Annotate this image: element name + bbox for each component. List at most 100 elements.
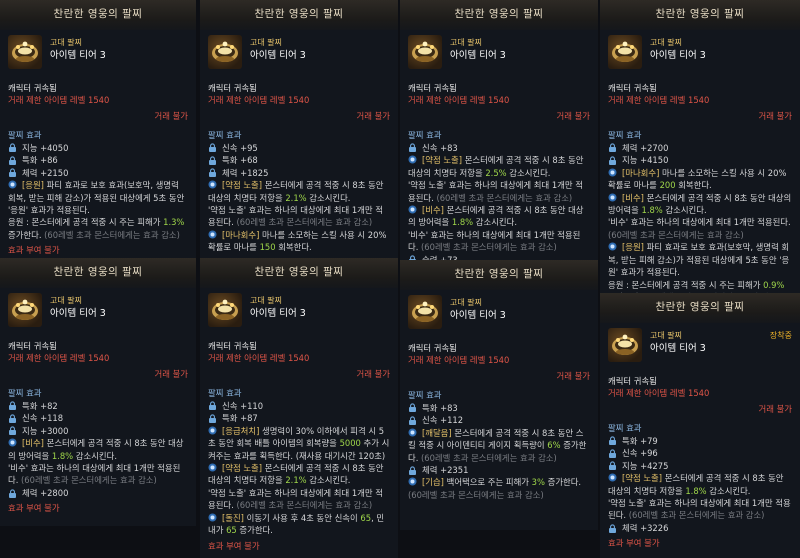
effect-note: (60레벨 초과 몬스터에게는 효과 감소): [628, 510, 765, 521]
effect-value: 65: [226, 525, 237, 536]
card-title: 찬란한 영웅의 팔찌: [600, 293, 800, 323]
stat-text: 지능 +4050: [22, 142, 69, 153]
stat-line: 지능 +4050: [8, 142, 188, 154]
stat-text: 체력 +3226: [622, 522, 669, 533]
stat-text: 신속 +110: [222, 400, 264, 411]
effect-name: [약점 노출]: [622, 473, 663, 484]
stat-text: 특화 +79: [622, 435, 658, 446]
lock-icon: [208, 143, 217, 153]
enchant-status: 효과 부여 불가: [608, 538, 660, 549]
stat-text: 지능 +4150: [622, 155, 669, 166]
item-tooltip-card: 찬란한 영웅의 팔찌 고대 팔찌 아이템 티어 3 캐릭터 귀속됨 거래 제한 아이템 …: [600, 0, 800, 293]
stat-text: 특화 +83: [422, 402, 458, 413]
effect-name: [마나회수]: [222, 229, 260, 240]
effect-value: 3%: [531, 477, 545, 488]
trade-restriction: 거래 제한 아이템 레벨 1540: [208, 353, 310, 364]
effect-name: [응급처치]: [222, 425, 260, 436]
effect-value: 5000: [339, 438, 361, 449]
bracelet-icon: [8, 35, 42, 69]
effect-line: '비수' 효과는 하나의 대상에게 최대 1개만 적용된다. (60레벨 초과 …: [408, 229, 590, 254]
stat-line: 특화 +68: [208, 154, 390, 166]
lock-icon: [8, 156, 17, 165]
stat-text: 신속 +118: [22, 413, 64, 424]
bracelet-icon: [608, 328, 642, 362]
effect-value: 1.8%: [51, 450, 74, 461]
item-header: 고대 팔찌아이템 티어 3: [400, 33, 598, 79]
lock-icon: [208, 156, 217, 165]
item-tier: 아이템 티어 3: [450, 50, 506, 61]
effect-line: 응원 : 몬스터에게 공격 적중 시 주는 피해가 0.9% 증가한다. (60…: [608, 279, 792, 293]
trade-restriction: 거래 제한 아이템 레벨 1540: [208, 95, 310, 106]
section-title: 팔찌 효과: [608, 423, 642, 434]
stat-line: 특화 +86: [8, 154, 188, 166]
effect-note: (60레벨 초과 몬스터에게는 효과 감소): [421, 452, 557, 463]
item-body: 캐릭터 귀속됨 거래 제한 아이템 레벨 1540 거래 불가 팔찌 효과 특화 +83…: [400, 342, 598, 501]
effect-line: 응원 : 몬스터에게 공격 적중 시 주는 피해가 1.3% 증가한다. (60…: [8, 216, 188, 241]
stat-line: 특화 +87: [208, 412, 390, 424]
trade-status: 거래 불가: [556, 370, 590, 381]
section-title: 팔찌 효과: [208, 130, 242, 141]
effect-icon: [408, 205, 417, 214]
effect-note: (60레벨 초과 몬스터에게는 효과 감소): [421, 242, 557, 253]
effect-text: 회복한다.: [675, 180, 712, 191]
item-tier: 아이템 티어 3: [250, 50, 306, 61]
item-tier: 아이템 티어 3: [650, 50, 706, 61]
effect-text: 응원 : 몬스터에게 공격 적중 시 주는 피해가: [608, 279, 764, 290]
stat-line: 특화 +79: [608, 435, 792, 447]
item-grade: 고대 팔찌: [50, 296, 82, 305]
effect-value: 2.1%: [285, 475, 307, 486]
stat-line: 지능 +3000: [8, 425, 188, 437]
effect-line: '비수' 효과는 하나의 대상에게 최대 1개만 적용된다. (60레벨 초과 …: [8, 462, 188, 487]
item-grade: 고대 팔찌: [450, 38, 482, 47]
stat-line: 신속 +112: [408, 414, 590, 426]
effect-note: (60레벨 초과 몬스터에게는 효과 감소): [608, 229, 744, 240]
card-title: 찬란한 영웅의 팔찌: [400, 0, 598, 30]
trade-status: 거래 불가: [758, 403, 792, 414]
stat-text: 체력 +2800: [22, 487, 69, 498]
section-title: 팔찌 효과: [408, 390, 442, 401]
trade-status: 거래 불가: [154, 110, 188, 121]
stat-line: 체력 +2800: [8, 487, 188, 499]
lock-icon: [608, 436, 617, 446]
trade-restriction: 거래 제한 아이템 레벨 1540: [608, 95, 710, 106]
effect-name: [약점 노출]: [222, 180, 263, 191]
trade-status: 거래 불가: [556, 110, 590, 121]
item-header: 고대 팔찌 아이템 티어 3: [600, 33, 800, 79]
effect-icon: [8, 438, 17, 447]
trade-restriction: 거래 제한 아이템 레벨 1540: [8, 95, 110, 106]
lock-icon: [608, 143, 617, 153]
item-grade: 고대 팔찌: [650, 331, 682, 340]
effect-icon: [208, 426, 217, 435]
bound-status: 캐릭터 귀속됨: [408, 343, 457, 353]
effect-line: [돌진] 이동기 사용 후 4초 동안 신속이 65, 민내가 65 증가한다.: [208, 512, 390, 537]
effect-name: [비수]: [422, 204, 444, 215]
bracelet-icon: [208, 35, 242, 69]
item-header: 고대 팔찌 아이템 티어 3: [200, 33, 398, 79]
stat-text: 특화 +87: [222, 413, 258, 424]
section-title: 팔찌 효과: [8, 130, 42, 141]
effect-line: [깨달음] 몬스터에게 공격 적중 시 8초 동안 스킬 적중 시 아이덴티티 …: [408, 427, 590, 464]
effect-line: [마나회수] 마나를 소모하는 스킬 사용 시 20% 확률로 마나를 150 …: [208, 229, 390, 254]
trade-status: 거래 불가: [356, 110, 390, 121]
effect-name: [비수]: [622, 192, 644, 203]
equipped-badge: 장착중: [769, 331, 792, 340]
card-title: 찬란한 영웅의 팔찌: [200, 258, 398, 288]
item-tier: 아이템 티어 3: [50, 308, 106, 319]
bound-status: 캐릭터 귀속됨: [8, 341, 57, 351]
lock-icon: [208, 414, 217, 423]
effect-line: '약점 노출' 효과는 하나의 대상에게 최대 1개만 적용된다. (60레벨 …: [208, 204, 390, 229]
effect-note: (60레벨 초과 몬스터에게는 효과 감소): [44, 229, 180, 240]
effect-text: 응원 : 몬스터에게 공격 적중 시 주는 피해가: [8, 217, 164, 228]
section-title: 팔찌 효과: [8, 388, 42, 399]
effect-value: 2.1%: [285, 192, 307, 203]
effect-name: [마나회수]: [622, 167, 660, 178]
stat-line: 신속 +118: [8, 412, 188, 424]
stat-line: 신속 +96: [608, 447, 792, 459]
effect-icon: [208, 230, 217, 239]
effect-value: 6%: [547, 440, 561, 451]
lock-icon: [408, 143, 417, 153]
bracelet-icon: [208, 293, 242, 327]
effect-note: (60레벨 초과 몬스터에게는 효과 감소): [436, 192, 573, 203]
item-header: 고대 팔찌 아이템 티어 3 장착중: [600, 326, 800, 372]
effect-name: [응원]: [22, 180, 44, 191]
